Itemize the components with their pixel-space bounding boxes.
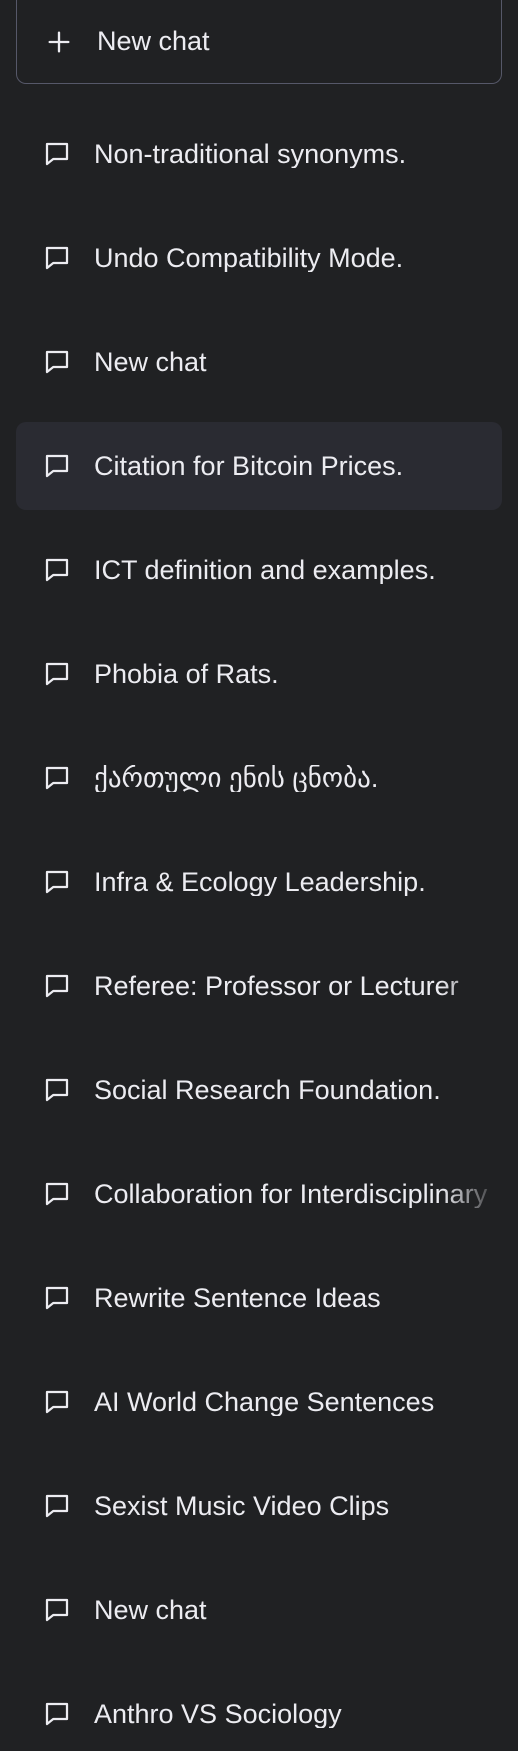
conversation-item[interactable]: ICT definition and examples. xyxy=(16,526,502,614)
chat-bubble-icon xyxy=(45,870,69,894)
conversation-title: Undo Compatibility Mode. xyxy=(94,244,404,272)
new-chat-label: New chat xyxy=(97,26,210,56)
conversation-title: Social Research Foundation. xyxy=(94,1076,441,1104)
conversation-item[interactable]: Sexist Music Video Clips xyxy=(16,1462,502,1550)
chat-bubble-icon xyxy=(45,1182,69,1206)
conversation-item[interactable]: New chat xyxy=(16,318,502,406)
chat-sidebar: New chat Non-traditional synonyms. Undo C… xyxy=(0,0,518,1751)
conversation-title: ICT definition and examples. xyxy=(94,556,436,584)
chat-bubble-icon xyxy=(45,1702,69,1726)
conversation-title: Rewrite Sentence Ideas xyxy=(94,1284,381,1312)
conversation-item[interactable]: Rewrite Sentence Ideas xyxy=(16,1254,502,1342)
conversation-title: Phobia of Rats. xyxy=(94,660,279,688)
conversation-title: Sexist Music Video Clips xyxy=(94,1492,390,1520)
conversation-title: Citation for Bitcoin Prices. xyxy=(94,452,404,480)
conversation-title: Referee: Professor or Lecturer xyxy=(94,972,459,1000)
conversation-title: Non-traditional synonyms. xyxy=(94,140,407,168)
new-chat-button[interactable]: New chat xyxy=(16,0,502,84)
chat-bubble-icon xyxy=(45,1494,69,1518)
chat-bubble-icon xyxy=(45,662,69,686)
chat-bubble-icon xyxy=(45,1598,69,1622)
conversation-title: AI World Change Sentences xyxy=(94,1388,435,1416)
conversation-item[interactable]: Anthro VS Sociology xyxy=(16,1670,502,1751)
conversation-title: Collaboration for Interdisciplinary xyxy=(94,1180,488,1208)
conversation-title: Infra & Ecology Leadership. xyxy=(94,868,426,896)
conversation-item[interactable]: New chat xyxy=(16,1566,502,1654)
chat-bubble-icon xyxy=(45,1390,69,1414)
chat-bubble-icon xyxy=(45,142,69,166)
conversation-item[interactable]: ქართული ენის ცნობა. xyxy=(16,734,502,822)
conversation-item[interactable]: Phobia of Rats. xyxy=(16,630,502,718)
chat-bubble-icon xyxy=(45,350,69,374)
conversation-item[interactable]: Non-traditional synonyms. xyxy=(16,110,502,198)
conversation-title: ქართული ენის ცნობა. xyxy=(94,764,379,792)
chat-bubble-icon xyxy=(45,558,69,582)
chat-bubble-icon xyxy=(45,1078,69,1102)
conversation-item[interactable]: Citation for Bitcoin Prices. xyxy=(16,422,502,510)
conversation-item[interactable]: Referee: Professor or Lecturer xyxy=(16,942,502,1030)
chat-bubble-icon xyxy=(45,766,69,790)
conversation-title: New chat xyxy=(94,1596,207,1624)
conversation-item[interactable]: Social Research Foundation. xyxy=(16,1046,502,1134)
plus-icon xyxy=(48,30,70,52)
conversation-title: Anthro VS Sociology xyxy=(94,1700,342,1728)
chat-bubble-icon xyxy=(45,974,69,998)
chat-bubble-icon xyxy=(45,246,69,270)
conversation-item[interactable]: Infra & Ecology Leadership. xyxy=(16,838,502,926)
chat-bubble-icon xyxy=(45,454,69,478)
conversation-item[interactable]: Undo Compatibility Mode. xyxy=(16,214,502,302)
chat-bubble-icon xyxy=(45,1286,69,1310)
conversation-item[interactable]: Collaboration for Interdisciplinary xyxy=(16,1150,502,1238)
conversation-item[interactable]: AI World Change Sentences xyxy=(16,1358,502,1446)
conversation-title: New chat xyxy=(94,348,207,376)
